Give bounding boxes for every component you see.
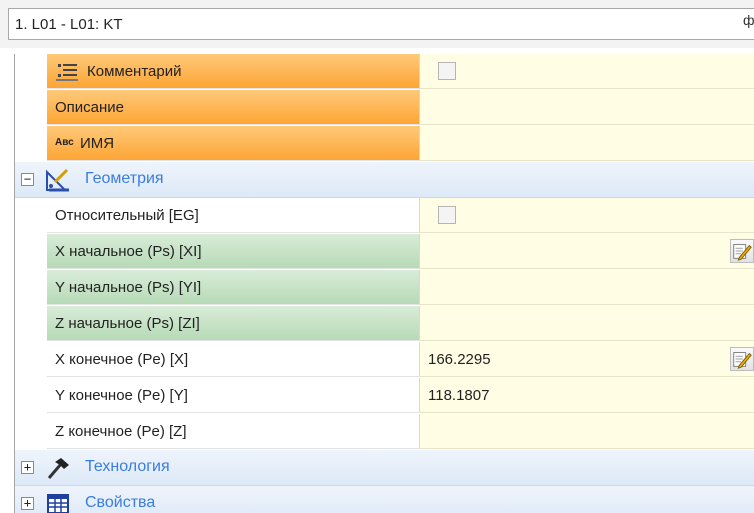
x-end-value: 166.2295 [428,351,491,368]
property-value-cell[interactable] [419,198,754,233]
description-value-field[interactable] [419,90,754,125]
property-label: Z начальное (Ps) [ZI] [55,315,200,332]
x-end-value-field[interactable]: 166.2295 [419,342,754,377]
property-row-relative[interactable]: Относительный [EG] [15,198,754,234]
property-label: ИМЯ [80,135,115,152]
category-properties[interactable]: + Свойства [15,486,754,513]
property-name-cell[interactable]: Y начальное (Ps) [YI] [47,270,419,305]
edit-icon[interactable] [730,347,754,371]
category-label: Технология [85,458,170,475]
category-geometry[interactable]: − Геометрия [15,162,754,198]
property-row-x-end[interactable]: X конечное (Pe) [X] 166.2295 [15,342,754,378]
property-value-cell[interactable] [419,54,754,89]
property-row-x-start[interactable]: X начальное (Ps) [XI] [15,234,754,270]
property-name-cell[interactable]: Описание [47,90,419,125]
relative-checkbox[interactable] [438,206,456,224]
y-end-value-field[interactable]: 118.1807 [419,378,754,413]
geometry-ruler-icon [46,168,69,192]
property-label: X начальное (Ps) [XI] [55,243,202,260]
property-name-cell[interactable]: Комментарий [47,54,419,89]
property-label: Описание [55,99,125,116]
edit-icon[interactable] [730,239,754,263]
property-row-description[interactable]: Описание [15,90,754,126]
property-label: Y конечное (Pe) [Y] [55,387,188,404]
property-name-cell[interactable]: Z начальное (Ps) [ZI] [47,306,419,341]
property-row-z-start[interactable]: Z начальное (Ps) [ZI] [15,306,754,342]
y-start-value-field[interactable] [419,270,754,305]
property-name-cell[interactable]: X начальное (Ps) [XI] [47,234,419,269]
collapse-icon[interactable]: − [21,173,34,186]
z-start-value-field[interactable] [419,306,754,341]
expand-icon[interactable]: + [21,497,34,510]
category-label: Геометрия [85,170,164,187]
property-name-cell[interactable]: Относительный [EG] [47,198,419,233]
property-row-y-start[interactable]: Y начальное (Ps) [YI] [15,270,754,306]
abc-text-icon: Авс [55,137,74,148]
property-label: Z конечное (Pe) [Z] [55,423,187,440]
x-start-value-field[interactable] [419,234,754,269]
property-label: X конечное (Pe) [X] [55,351,189,368]
object-selector-combo[interactable]: 1. L01 - L01: KT ф [8,8,754,40]
name-value-field[interactable] [419,126,754,161]
property-row-name[interactable]: Авс ИМЯ [15,126,754,162]
object-selector-value: 1. L01 - L01: KT [15,16,123,33]
comment-lines-icon [56,64,78,81]
y-end-value: 118.1807 [428,387,490,404]
property-row-z-end[interactable]: Z конечное (Pe) [Z] [15,414,754,450]
property-label: Комментарий [87,63,182,80]
property-label: Относительный [EG] [55,207,199,224]
property-name-cell[interactable]: X конечное (Pe) [X] [47,342,419,377]
property-name-cell[interactable]: Y конечное (Pe) [Y] [47,378,419,413]
property-name-cell[interactable]: Авс ИМЯ [47,126,419,161]
property-label: Y начальное (Ps) [YI] [55,279,202,296]
property-grid: Комментарий Описание Авс ИМЯ − Геометрия [14,54,754,513]
category-technology[interactable]: + Технология [15,450,754,486]
property-row-comment[interactable]: Комментарий [15,54,754,90]
z-end-value-field[interactable] [419,414,754,449]
expand-icon[interactable]: + [21,461,34,474]
hammer-icon [47,458,69,479]
category-label: Свойства [85,494,156,511]
toolbar: 1. L01 - L01: KT ф [0,0,754,48]
comment-checkbox[interactable] [438,62,456,80]
property-name-cell[interactable]: Z конечное (Pe) [Z] [47,414,419,449]
combo-dropdown-icon[interactable]: ф [743,12,754,28]
table-grid-icon [47,494,69,513]
property-row-y-end[interactable]: Y конечное (Pe) [Y] 118.1807 [15,378,754,414]
